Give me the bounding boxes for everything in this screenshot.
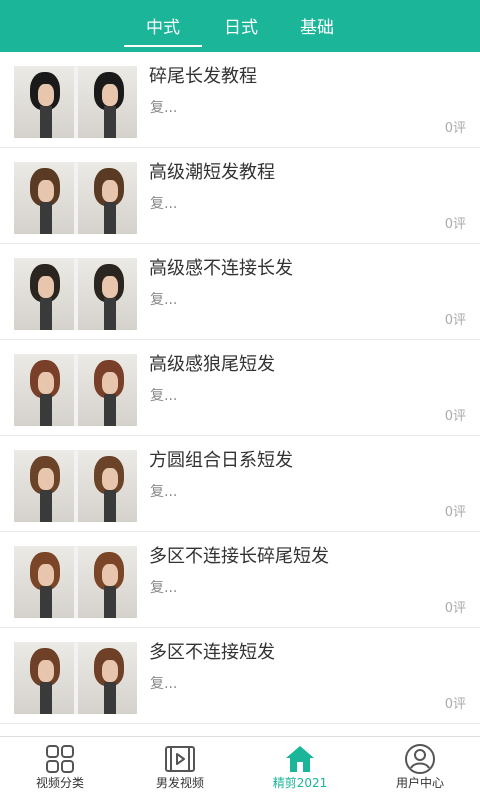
video-list: 碎尾长发教程 复... 0评 高级潮短发教程 复... 0评 高级感不连接长发 … [0, 52, 480, 724]
nav-label: 男发视频 [155, 776, 204, 790]
item-description: 复... [150, 292, 178, 308]
nav-user-center[interactable]: 用户中心 [360, 737, 480, 801]
nav-label: 精剪2021 [272, 776, 328, 790]
user-icon [405, 744, 435, 774]
item-description: 复... [150, 196, 178, 212]
item-description: 复... [150, 580, 178, 596]
comment-count: 0评 [444, 409, 466, 424]
thumbnail-image [14, 66, 137, 138]
item-title: 高级潮短发教程 [149, 162, 275, 183]
nav-mens-videos[interactable]: 男发视频 [120, 737, 240, 801]
category-tabs: 中式 日式 基础 [0, 0, 480, 52]
item-title: 多区不连接短发 [149, 642, 275, 663]
item-title: 多区不连接长碎尾短发 [149, 546, 329, 567]
comment-count: 0评 [444, 121, 466, 136]
thumbnail-image [14, 546, 137, 618]
top-bar: 中式 日式 基础 [0, 0, 480, 52]
thumbnail-image [14, 642, 137, 714]
list-item[interactable]: 多区不连接长碎尾短发 复... 0评 [0, 532, 480, 628]
tab-chinese-style[interactable]: 中式 [124, 16, 202, 40]
item-title: 高级感狼尾短发 [149, 354, 275, 375]
item-title: 碎尾长发教程 [149, 66, 257, 87]
item-title: 方圆组合日系短发 [149, 450, 293, 471]
comment-count: 0评 [444, 601, 466, 616]
nav-video-categories[interactable]: 视频分类 [0, 737, 120, 801]
nav-featured-2021[interactable]: 精剪2021 [240, 737, 360, 801]
nav-label: 用户中心 [395, 776, 444, 790]
bottom-nav: 视频分类 男发视频 精剪2021 用户中心 [0, 736, 480, 800]
list-item[interactable]: 碎尾长发教程 复... 0评 [0, 52, 480, 148]
thumbnail-image [14, 162, 137, 234]
home-icon [286, 746, 314, 772]
thumbnail-image [14, 258, 137, 330]
video-icon [165, 746, 195, 772]
thumbnail-image [14, 354, 137, 426]
comment-count: 0评 [444, 313, 466, 328]
list-item[interactable]: 高级潮短发教程 复... 0评 [0, 148, 480, 244]
thumbnail-image [14, 450, 137, 522]
item-description: 复... [150, 100, 178, 116]
item-title: 高级感不连接长发 [149, 258, 293, 279]
active-tab-indicator [124, 45, 202, 47]
nav-label: 视频分类 [35, 776, 84, 790]
grid-icon [46, 745, 74, 773]
list-item[interactable]: 多区不连接短发 复... 0评 [0, 628, 480, 724]
comment-count: 0评 [444, 697, 466, 712]
item-description: 复... [150, 676, 178, 692]
list-item[interactable]: 方圆组合日系短发 复... 0评 [0, 436, 480, 532]
list-item[interactable]: 高级感狼尾短发 复... 0评 [0, 340, 480, 436]
comment-count: 0评 [444, 505, 466, 520]
tab-basic[interactable]: 基础 [288, 16, 346, 40]
list-item[interactable]: 高级感不连接长发 复... 0评 [0, 244, 480, 340]
comment-count: 0评 [444, 217, 466, 232]
item-description: 复... [150, 388, 178, 404]
tab-japanese-style[interactable]: 日式 [212, 16, 270, 40]
item-description: 复... [150, 484, 178, 500]
